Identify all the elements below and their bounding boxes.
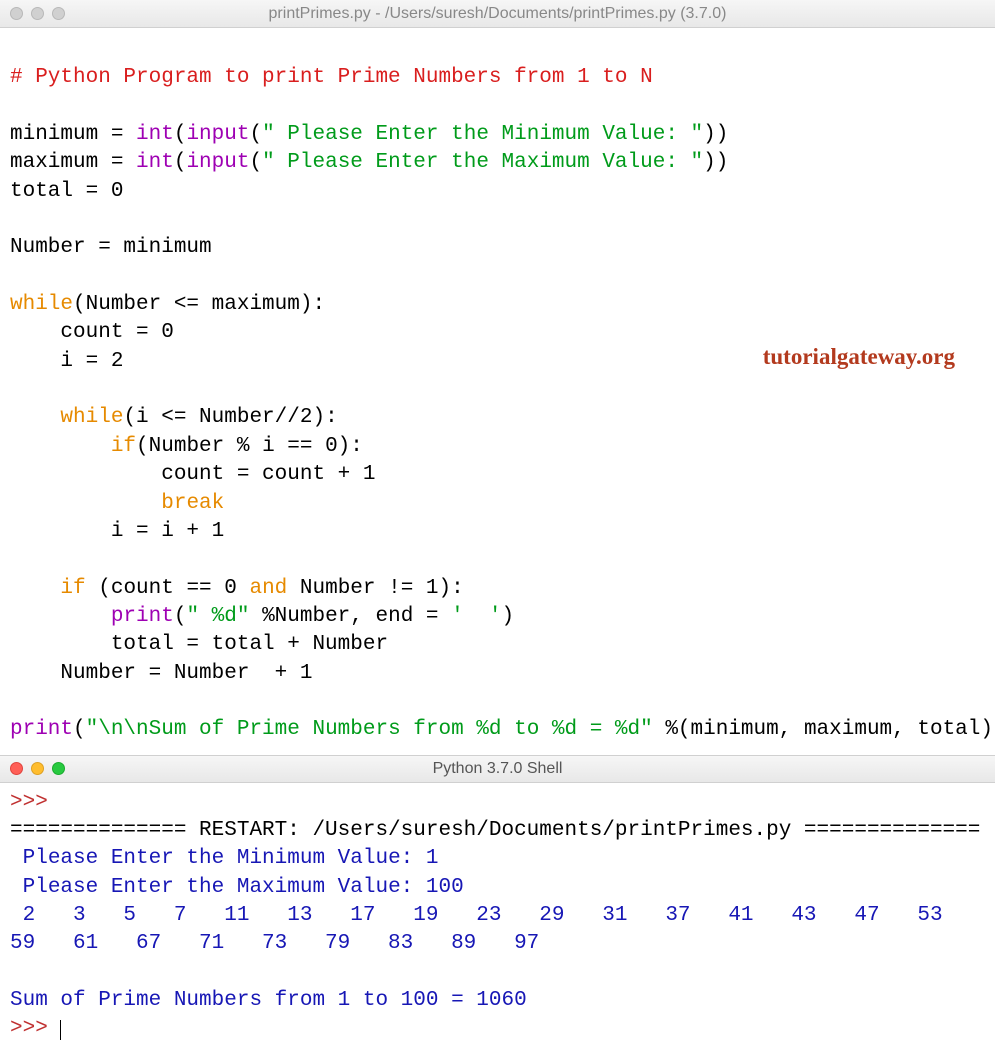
- code-line: Number = Number + 1: [10, 662, 312, 685]
- code-token: [10, 435, 111, 458]
- code-line: i = 2: [10, 350, 123, 373]
- minimize-icon[interactable]: [31, 762, 44, 775]
- code-token: )): [703, 151, 728, 174]
- code-token: )): [703, 123, 728, 146]
- code-token: maximum =: [10, 151, 136, 174]
- shell-output: Sum of Prime Numbers from 1 to 100 = 106…: [10, 989, 527, 1012]
- close-icon[interactable]: [10, 7, 23, 20]
- maximize-icon[interactable]: [52, 762, 65, 775]
- code-token: (: [174, 123, 187, 146]
- code-token: "\n\nSum of Prime Numbers from %d to %d …: [86, 718, 653, 741]
- code-token: (i <= Number//2):: [123, 406, 337, 429]
- code-token: (: [174, 605, 187, 628]
- watermark-text: tutorialgateway.org: [763, 341, 955, 372]
- maximize-icon[interactable]: [52, 7, 65, 20]
- code-token: int: [136, 123, 174, 146]
- shell-output: Please Enter the Maximum Value: 100: [10, 876, 464, 899]
- code-line: count = count + 1: [10, 463, 375, 486]
- code-token: input: [186, 123, 249, 146]
- code-token: (Number % i == 0):: [136, 435, 363, 458]
- shell-traffic-lights: [10, 762, 65, 775]
- code-token: [10, 492, 161, 515]
- code-token: print: [10, 718, 73, 741]
- code-line: total = total + Number: [10, 633, 388, 656]
- code-editor[interactable]: # Python Program to print Prime Numbers …: [0, 28, 995, 755]
- code-token: if: [111, 435, 136, 458]
- code-token: and: [249, 577, 287, 600]
- code-line: count = 0: [10, 321, 174, 344]
- code-token: while: [10, 293, 73, 316]
- code-token: input: [186, 151, 249, 174]
- code-token: ): [502, 605, 515, 628]
- editor-traffic-lights: [10, 7, 65, 20]
- code-token: [10, 406, 60, 429]
- code-token: int: [136, 151, 174, 174]
- cursor-icon: [60, 1020, 61, 1040]
- code-token: break: [161, 492, 224, 515]
- code-token: (count == 0: [86, 577, 250, 600]
- code-token: while: [60, 406, 123, 429]
- code-token: " %d": [186, 605, 249, 628]
- shell-text: ==============: [791, 819, 980, 842]
- python-shell[interactable]: >>> ============== RESTART: /Users/sures…: [0, 783, 995, 1054]
- minimize-icon[interactable]: [31, 7, 44, 20]
- shell-output: 2 3 5 7 11 13 17 19 23 29 31 37 41 43 47…: [10, 904, 980, 955]
- code-token: (: [249, 123, 262, 146]
- code-token: minimum =: [10, 123, 136, 146]
- code-line: # Python Program to print Prime Numbers …: [10, 66, 653, 89]
- code-token: ' ': [451, 605, 501, 628]
- editor-window: printPrimes.py - /Users/suresh/Documents…: [0, 0, 995, 1054]
- code-token: [10, 577, 60, 600]
- code-token: %Number, end =: [249, 605, 451, 628]
- code-token: print: [111, 605, 174, 628]
- code-token: " Please Enter the Minimum Value: ": [262, 123, 703, 146]
- shell-restart: RESTART: /Users/suresh/Documents/printPr…: [199, 819, 791, 842]
- code-token: " Please Enter the Maximum Value: ": [262, 151, 703, 174]
- editor-titlebar: printPrimes.py - /Users/suresh/Documents…: [0, 0, 995, 28]
- code-line: total = 0: [10, 180, 123, 203]
- editor-title: printPrimes.py - /Users/suresh/Documents…: [10, 5, 985, 23]
- code-line: i = i + 1: [10, 520, 224, 543]
- shell-titlebar: Python 3.7.0 Shell: [0, 755, 995, 783]
- shell-title: Python 3.7.0 Shell: [10, 760, 985, 778]
- code-line: Number = minimum: [10, 236, 212, 259]
- shell-output: Please Enter the Minimum Value: 1: [10, 847, 438, 870]
- code-token: (: [249, 151, 262, 174]
- code-token: [10, 605, 111, 628]
- shell-text: ==============: [10, 819, 199, 842]
- code-token: if: [60, 577, 85, 600]
- code-token: %(minimum, maximum, total)): [653, 718, 995, 741]
- close-icon[interactable]: [10, 762, 23, 775]
- code-token: Number != 1):: [287, 577, 463, 600]
- code-token: (: [174, 151, 187, 174]
- shell-prompt: >>>: [10, 791, 60, 814]
- shell-prompt: >>>: [10, 1017, 60, 1040]
- code-token: (Number <= maximum):: [73, 293, 325, 316]
- code-token: (: [73, 718, 86, 741]
